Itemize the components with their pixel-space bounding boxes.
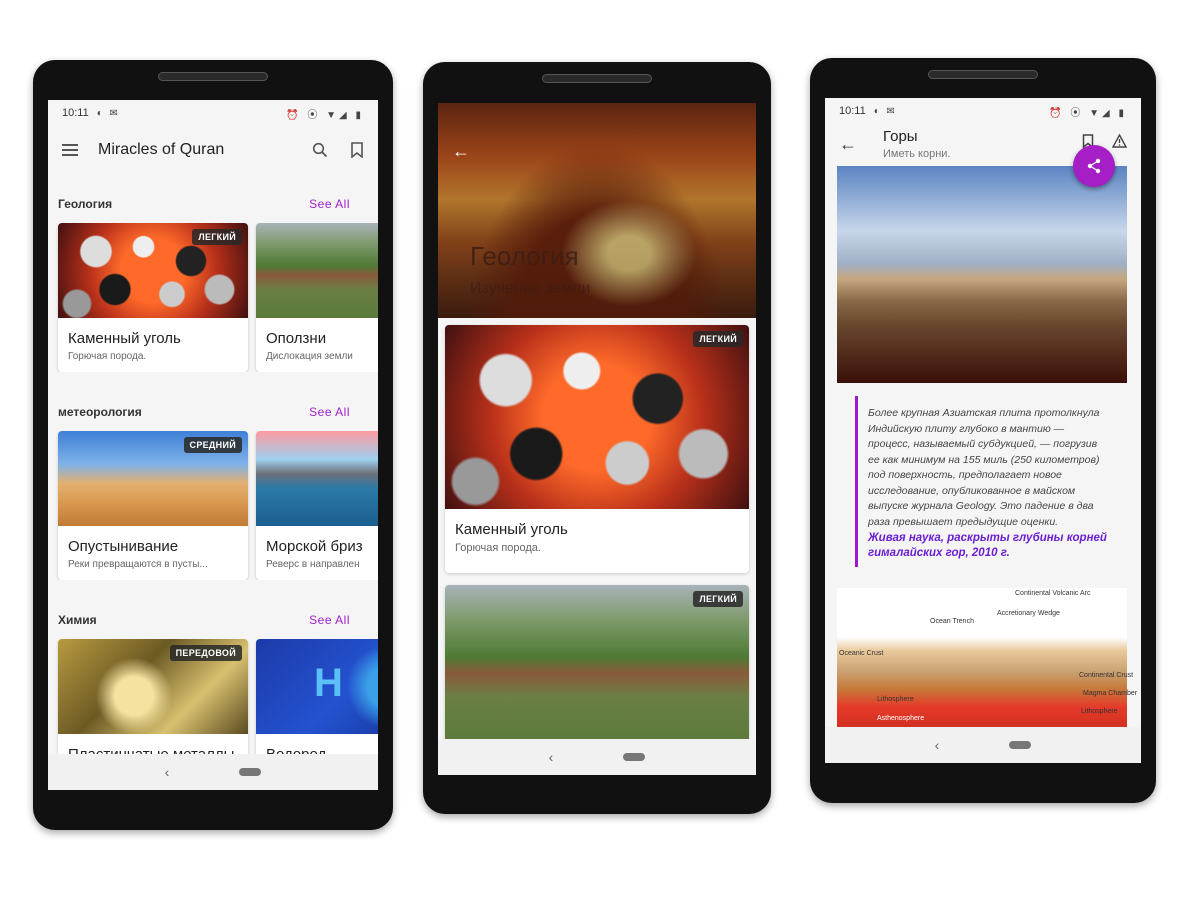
card-subtitle: Дислокация земли bbox=[266, 351, 353, 362]
difficulty-badge: ЛЕГКИЙ bbox=[693, 591, 743, 607]
difficulty-badge: ЛЕГКИЙ bbox=[693, 331, 743, 347]
card-image: ПЕРЕДОВОЙ bbox=[58, 639, 248, 734]
system-nav-bar: ‹ bbox=[438, 739, 756, 775]
quote-source: Живая наука, раскрыты глубины корней гим… bbox=[868, 532, 1107, 559]
article-subtitle: Иметь корни. bbox=[883, 148, 951, 160]
nav-back-icon[interactable]: ‹ bbox=[549, 749, 554, 765]
warning-icon[interactable] bbox=[1112, 134, 1127, 148]
nav-back-icon[interactable]: ‹ bbox=[935, 737, 940, 753]
quote-text: Более крупная Азиатская плита протолкнул… bbox=[868, 407, 1100, 528]
nav-home-pill[interactable] bbox=[623, 753, 646, 761]
share-icon bbox=[1087, 158, 1101, 174]
card-title: Опустынивание bbox=[68, 538, 179, 555]
topic-card-landslide[interactable]: ЛЕГКИЙ bbox=[445, 585, 749, 745]
back-arrow-icon[interactable]: ← bbox=[839, 134, 857, 155]
section-meteorology: метеорология See All СРЕДНИЙ Опустыниван… bbox=[48, 401, 378, 580]
card-image: ЛЕГКИЙ bbox=[58, 223, 248, 318]
phone-speaker bbox=[158, 72, 268, 81]
status-time: 10:11 bbox=[62, 107, 89, 119]
card-title: Каменный уголь bbox=[455, 521, 568, 538]
bookmark-icon[interactable] bbox=[350, 142, 364, 158]
card-subtitle: Реверс в направлен bbox=[266, 559, 360, 570]
app-bar: Miracles of Quran bbox=[48, 126, 378, 174]
subduction-diagram: Continental Volcanic Arc Accretionary We… bbox=[837, 588, 1137, 728]
card-title: Оползни bbox=[266, 330, 327, 347]
topic-card-sea-breeze[interactable]: Морской бриз Реверс в направлен bbox=[256, 431, 378, 580]
topic-card-landslide[interactable]: Оползни Дислокация земли bbox=[256, 223, 378, 372]
section-geology: Геология See All ЛЕГКИЙ Каменный уголь Г… bbox=[48, 193, 378, 372]
nav-back-icon[interactable]: ‹ bbox=[165, 764, 170, 780]
phone-speaker bbox=[928, 70, 1038, 79]
status-right-icons: ⏰ ⦿ ▼◢ ▮ bbox=[1049, 107, 1127, 119]
card-subtitle: Реки превращаются в пусты... bbox=[68, 559, 208, 570]
card-image: ЛЕГКИЙ bbox=[445, 325, 749, 509]
diagram-label: Continental Crust bbox=[1079, 672, 1134, 679]
see-all-button[interactable]: See All bbox=[309, 405, 350, 419]
card-image: СРЕДНИЙ bbox=[58, 431, 248, 526]
see-all-button[interactable]: See All bbox=[309, 613, 350, 627]
status-bar: 10:11 ◐ ✉ ⏰ ⦿ ▼◢ ▮ bbox=[825, 98, 1141, 124]
share-button[interactable] bbox=[1073, 145, 1115, 187]
phone-frame-article: 10:11 ◐ ✉ ⏰ ⦿ ▼◢ ▮ ← Горы Иметь корни. Б… bbox=[810, 58, 1156, 803]
diagram-label: Asthenosphere bbox=[877, 715, 925, 722]
phone-frame-home: 10:11 ◐ ✉ ⏰ ⦿ ▼◢ ▮ Miracles of Quran Гео… bbox=[33, 60, 393, 830]
article-title: Горы bbox=[883, 128, 918, 145]
nav-home-pill[interactable] bbox=[1009, 741, 1032, 749]
diagram-label: Magma Chamber bbox=[1083, 690, 1138, 697]
topic-card-hydrogen[interactable]: H Водород bbox=[256, 639, 378, 765]
status-left-icons: ◐ ✉ bbox=[96, 107, 120, 119]
topic-card-desertification[interactable]: СРЕДНИЙ Опустынивание Реки превращаются … bbox=[58, 431, 248, 580]
category-hero-image: ← Геология Изучение земли bbox=[438, 103, 756, 318]
section-title: метеорология bbox=[58, 405, 142, 419]
hero-subtitle: Изучение земли bbox=[470, 280, 591, 297]
status-left-icons: ◐ ✉ bbox=[873, 105, 897, 117]
card-image bbox=[256, 223, 378, 318]
phone-frame-category: ← Геология Изучение земли ЛЕГКИЙ Каменны… bbox=[423, 62, 771, 814]
hydrogen-h-glyph: H bbox=[314, 661, 343, 705]
hero-title: Геология bbox=[470, 241, 579, 271]
diagram-label: Continental Volcanic Arc bbox=[1015, 590, 1091, 597]
topic-card-metals[interactable]: ПЕРЕДОВОЙ Пластинчатые металлы bbox=[58, 639, 248, 765]
nav-home-pill[interactable] bbox=[239, 768, 262, 776]
section-title: Химия bbox=[58, 613, 97, 627]
diagram-label: Accretionary Wedge bbox=[997, 610, 1060, 617]
topic-card-coal[interactable]: ЛЕГКИЙ Каменный уголь Горючая порода. bbox=[445, 325, 749, 573]
status-bar: 10:11 ◐ ✉ ⏰ ⦿ ▼◢ ▮ bbox=[48, 100, 378, 126]
mountain-illustration bbox=[837, 166, 1127, 383]
system-nav-bar: ‹ bbox=[825, 727, 1141, 763]
card-image bbox=[256, 431, 378, 526]
difficulty-badge: ПЕРЕДОВОЙ bbox=[169, 645, 242, 661]
category-screen: ← Геология Изучение земли ЛЕГКИЙ Каменны… bbox=[438, 103, 756, 775]
menu-icon[interactable] bbox=[62, 144, 78, 156]
card-image: ЛЕГКИЙ bbox=[445, 585, 749, 745]
difficulty-badge: СРЕДНИЙ bbox=[183, 437, 242, 453]
card-image: H bbox=[256, 639, 378, 734]
diagram-label: Lithosphere bbox=[877, 696, 914, 703]
card-subtitle: Горючая порода. bbox=[68, 351, 147, 362]
card-title: Каменный уголь bbox=[68, 330, 181, 347]
system-nav-bar: ‹ bbox=[48, 754, 378, 790]
card-title: Морской бриз bbox=[266, 538, 363, 555]
phone-speaker bbox=[542, 74, 652, 83]
status-right-icons: ⏰ ⦿ ▼◢ ▮ bbox=[286, 109, 364, 121]
quote-block: Более крупная Азиатская плита протолкнул… bbox=[855, 396, 1117, 567]
app-title: Miracles of Quran bbox=[98, 141, 225, 158]
topic-card-coal[interactable]: ЛЕГКИЙ Каменный уголь Горючая порода. bbox=[58, 223, 248, 372]
card-subtitle: Горючая порода. bbox=[455, 542, 541, 554]
difficulty-badge: ЛЕГКИЙ bbox=[192, 229, 242, 245]
diagram-label: Oceanic Crust bbox=[839, 650, 884, 657]
status-time: 10:11 bbox=[839, 105, 866, 117]
article-screen: 10:11 ◐ ✉ ⏰ ⦿ ▼◢ ▮ ← Горы Иметь корни. Б… bbox=[825, 98, 1141, 763]
section-chemistry: Химия See All ПЕРЕДОВОЙ Пластинчатые мет… bbox=[48, 609, 378, 765]
see-all-button[interactable]: See All bbox=[309, 197, 350, 211]
section-title: Геология bbox=[58, 197, 113, 211]
search-icon[interactable] bbox=[312, 142, 328, 158]
diagram-label: Ocean Trench bbox=[930, 618, 974, 625]
home-screen: 10:11 ◐ ✉ ⏰ ⦿ ▼◢ ▮ Miracles of Quran Гео… bbox=[48, 100, 378, 790]
diagram-label: Lithosphere bbox=[1081, 708, 1118, 715]
back-arrow-icon[interactable]: ← bbox=[452, 141, 470, 162]
